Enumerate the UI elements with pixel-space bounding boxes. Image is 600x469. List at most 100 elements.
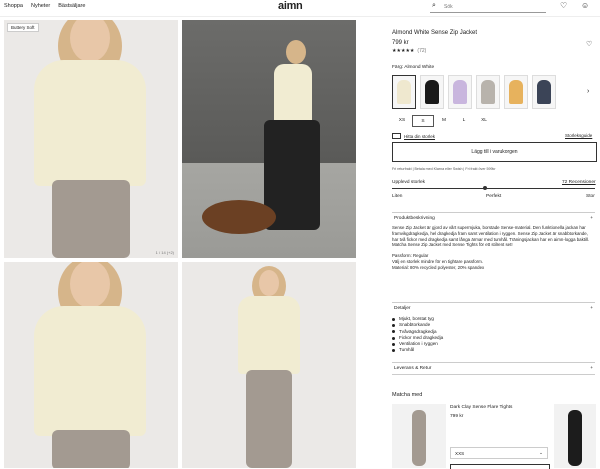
swatch-almond-white[interactable]: [392, 75, 416, 109]
size-option[interactable]: XL: [474, 115, 494, 125]
model-face: [259, 270, 279, 296]
bullet-icon: [392, 349, 395, 353]
product-image-2[interactable]: [182, 20, 356, 258]
model-figure: [412, 410, 426, 466]
user-icon[interactable]: ☺: [581, 1, 589, 10]
size-option[interactable]: L: [454, 115, 474, 125]
product-image-4[interactable]: [182, 262, 356, 468]
swatch-lilac[interactable]: [448, 75, 472, 109]
fit-small: Liten: [392, 194, 403, 199]
swatch-navy[interactable]: [532, 75, 556, 109]
swatch-jacket: [481, 80, 495, 104]
section-details[interactable]: Detaljer +: [392, 302, 595, 314]
fit-label: Upplevd storlek: [392, 180, 426, 185]
add-to-cart-button[interactable]: Lägg till i varukorgen: [392, 142, 597, 162]
chevron-right-icon[interactable]: ›: [587, 88, 589, 95]
details-list: Mjukt, borstat tyg Snabbtorkande Tvåvägs…: [392, 316, 443, 354]
jacket: [34, 306, 146, 436]
product-gallery: Buttery Soft 1 / 14 (+2): [4, 20, 356, 468]
top-bar: Shoppa Nyheter Bästsäljare aimn ⌕ ♡ ☺: [0, 0, 600, 17]
size-guide-link[interactable]: Storleksguide: [565, 133, 592, 138]
minus-icon[interactable]: +: [590, 306, 593, 311]
match-add-button[interactable]: [450, 464, 550, 469]
reviews-link[interactable]: 72 Recensioner: [562, 180, 596, 185]
logo[interactable]: aimn: [278, 0, 303, 12]
shipping-info: Fri returfrakt | Betala med Klarna eller…: [392, 167, 496, 171]
nav-item-shop[interactable]: Shoppa: [4, 3, 23, 9]
size-selector: XS S M L XL: [392, 115, 494, 127]
section-title: Detaljer: [394, 306, 411, 311]
model-face: [70, 262, 110, 308]
swatch-jacket: [509, 80, 523, 104]
description-text: Sense Zip Jacket är gjord av vårt superm…: [392, 225, 594, 271]
description-paragraph: Sense Zip Jacket är gjord av vårt superm…: [392, 225, 590, 248]
color-label: Färg: Almond White: [392, 65, 435, 70]
review-count[interactable]: (72): [417, 48, 426, 54]
product-image-1[interactable]: Buttery Soft 1 / 14 (+2): [4, 20, 178, 258]
badge-buttery-soft: Buttery Soft: [7, 23, 39, 32]
rating[interactable]: ★★★★★ (72): [392, 48, 596, 54]
jacket: [238, 296, 300, 374]
match-product-name[interactable]: Dark Clay Sense Flare Tights: [450, 405, 512, 410]
match-title: Matcha med: [392, 392, 423, 398]
match-size-select[interactable]: XXS ⌄: [450, 447, 548, 459]
star-rating: ★★★★★: [392, 48, 415, 54]
swatch-jacket: [453, 80, 467, 104]
bullet-icon: [392, 336, 395, 340]
swatch-jacket: [397, 80, 411, 104]
nav-item-bestsellers[interactable]: Bästsäljare: [58, 3, 85, 9]
ruler-icon: [392, 133, 401, 139]
swatch-jacket: [537, 80, 551, 104]
fit-scale-track: [392, 188, 595, 189]
find-size-label: Hitta din storlek: [404, 133, 436, 139]
swatch-jacket: [425, 80, 439, 104]
match-product-price: 799 kr: [450, 414, 464, 419]
selected-size: XXS: [455, 450, 465, 456]
material-info: Material: 80% recycled polyester, 20% sp…: [392, 264, 485, 270]
search-bar[interactable]: ⌕: [430, 2, 546, 13]
list-item: Tumhål: [392, 347, 443, 353]
section-description[interactable]: Produktbeskrivning +: [392, 212, 595, 224]
nav-item-news[interactable]: Nyheter: [31, 3, 50, 9]
bullet-icon: [392, 330, 395, 334]
bullet-icon: [392, 342, 395, 346]
size-option[interactable]: M: [434, 115, 454, 125]
fit-perfect: Perfekt: [486, 194, 502, 199]
product-image-3[interactable]: [4, 262, 178, 468]
leggings: [52, 180, 130, 258]
leggings: [52, 430, 130, 468]
plus-icon[interactable]: +: [590, 366, 593, 371]
size-option[interactable]: XS: [392, 115, 412, 125]
swatch-orange[interactable]: [504, 75, 528, 109]
find-size-link[interactable]: Hitta din storlek: [392, 133, 435, 139]
swatch-black[interactable]: [420, 75, 444, 109]
search-input[interactable]: [444, 3, 542, 11]
plus-icon[interactable]: +: [590, 216, 593, 221]
fit-large: Stor: [586, 194, 595, 199]
section-header[interactable]: Detaljer +: [392, 303, 595, 314]
size-option[interactable]: S: [412, 115, 434, 127]
swatch-grey[interactable]: [476, 75, 500, 109]
search-icon[interactable]: ⌕: [432, 2, 436, 10]
product-price: 799 kr: [392, 40, 409, 46]
color-swatches: [392, 75, 556, 109]
section-header[interactable]: Produktbeskrivning +: [392, 213, 595, 224]
dog: [202, 200, 276, 234]
bullet-icon: [392, 323, 395, 327]
product-title: Almond White Sense Zip Jacket: [392, 30, 478, 36]
chevron-down-icon: ⌄: [539, 450, 543, 455]
model-hair: [286, 40, 306, 64]
match-product-image[interactable]: [392, 404, 446, 468]
section-header[interactable]: Leverans & Retur +: [392, 363, 595, 374]
heart-icon[interactable]: ♡: [560, 1, 567, 10]
model-figure: [568, 410, 582, 466]
leggings: [246, 370, 292, 468]
image-counter: 1 / 14 (+2): [155, 250, 174, 255]
jacket: [274, 64, 312, 126]
jacket: [34, 60, 146, 186]
match-product-image[interactable]: [554, 404, 596, 468]
section-title: Produktbeskrivning: [394, 216, 435, 221]
section-shipping[interactable]: Leverans & Retur +: [392, 362, 595, 375]
detail-text: Tumhål: [399, 347, 415, 353]
section-title: Leverans & Retur: [394, 366, 432, 371]
